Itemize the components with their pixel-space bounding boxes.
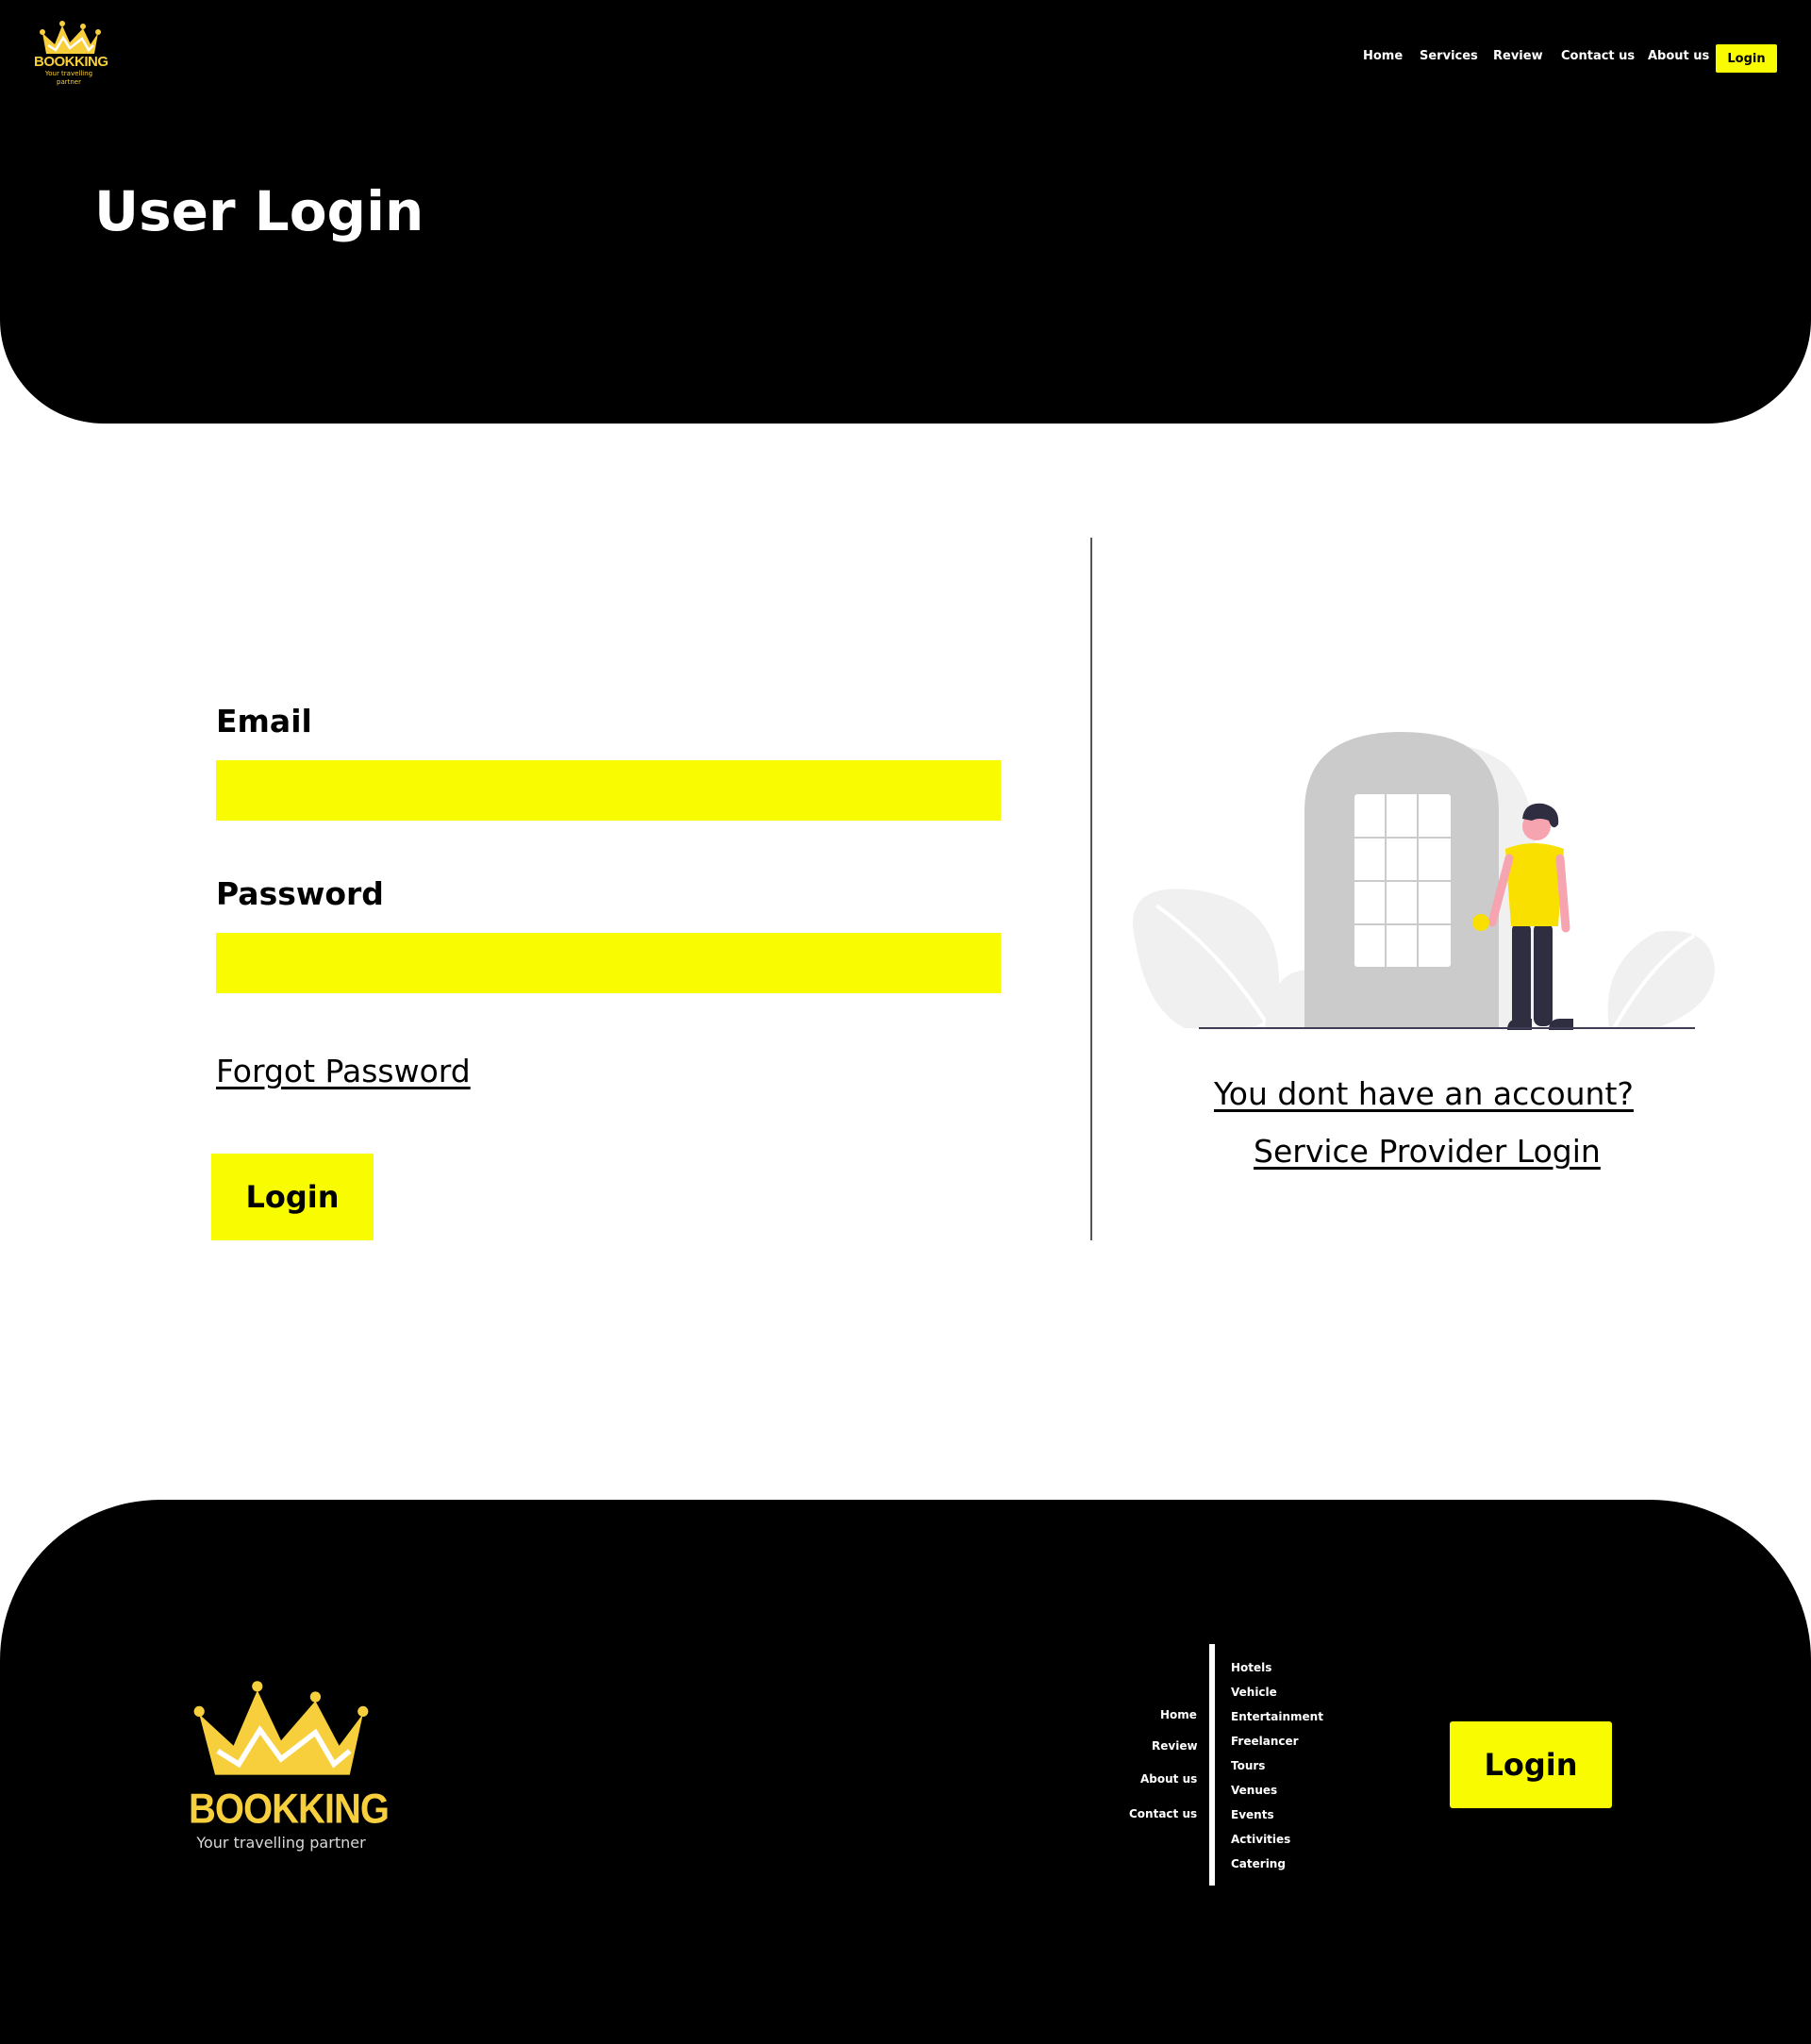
crown-icon: [193, 1681, 369, 1775]
footer-nav-home[interactable]: Home: [1160, 1708, 1197, 1721]
door-illustration: [1133, 732, 1715, 1030]
footer-logo-brand: BOOKKING: [189, 1786, 390, 1833]
footer-logo[interactable]: BOOKKING Your travelling partner: [189, 1677, 390, 1852]
footer-service-freelancer[interactable]: Freelancer: [1231, 1735, 1299, 1748]
header-logo[interactable]: BOOKKING Your travelling partner: [34, 17, 108, 87]
email-field[interactable]: [216, 760, 1001, 821]
nav-home[interactable]: Home: [1363, 49, 1403, 63]
service-provider-login-link[interactable]: Service Provider Login: [1254, 1133, 1601, 1170]
logo-tagline: Your travelling partner: [44, 70, 93, 86]
email-label: Email: [216, 703, 312, 739]
footer-nav-review[interactable]: Review: [1152, 1739, 1198, 1753]
crown-icon: [40, 21, 101, 54]
footer-service-tours[interactable]: Tours: [1231, 1759, 1265, 1772]
footer-service-venues[interactable]: Venues: [1231, 1784, 1277, 1797]
footer-service-entertainment[interactable]: Entertainment: [1231, 1710, 1323, 1723]
signup-link[interactable]: You dont have an account?: [1214, 1075, 1634, 1112]
password-label: Password: [216, 875, 384, 912]
nav-contact-us[interactable]: Contact us: [1561, 49, 1635, 63]
page-title: User Login: [94, 179, 424, 243]
footer-service-catering[interactable]: Catering: [1231, 1857, 1286, 1870]
forgot-password-link[interactable]: Forgot Password: [216, 1053, 471, 1089]
nav-services[interactable]: Services: [1420, 49, 1478, 63]
footer-login-button[interactable]: Login: [1450, 1721, 1612, 1808]
footer-nav-contact-us[interactable]: Contact us: [1129, 1807, 1197, 1820]
logo-brand: BOOKKING: [34, 54, 108, 70]
footer-divider: [1209, 1644, 1215, 1886]
nav-about-us[interactable]: About us: [1648, 49, 1709, 63]
footer-nav-about-us[interactable]: About us: [1140, 1772, 1197, 1786]
vertical-divider: [1090, 538, 1092, 1240]
footer-service-vehicle[interactable]: Vehicle: [1231, 1686, 1277, 1699]
footer-service-events[interactable]: Events: [1231, 1808, 1274, 1821]
footer-service-hotels[interactable]: Hotels: [1231, 1661, 1271, 1674]
nav-login-button[interactable]: Login: [1716, 44, 1777, 73]
password-field[interactable]: [216, 933, 1001, 993]
footer-logo-tagline: Your travelling partner: [196, 1834, 366, 1852]
login-button[interactable]: Login: [211, 1154, 374, 1240]
nav-review[interactable]: Review: [1493, 49, 1543, 63]
footer-service-activities[interactable]: Activities: [1231, 1833, 1290, 1846]
